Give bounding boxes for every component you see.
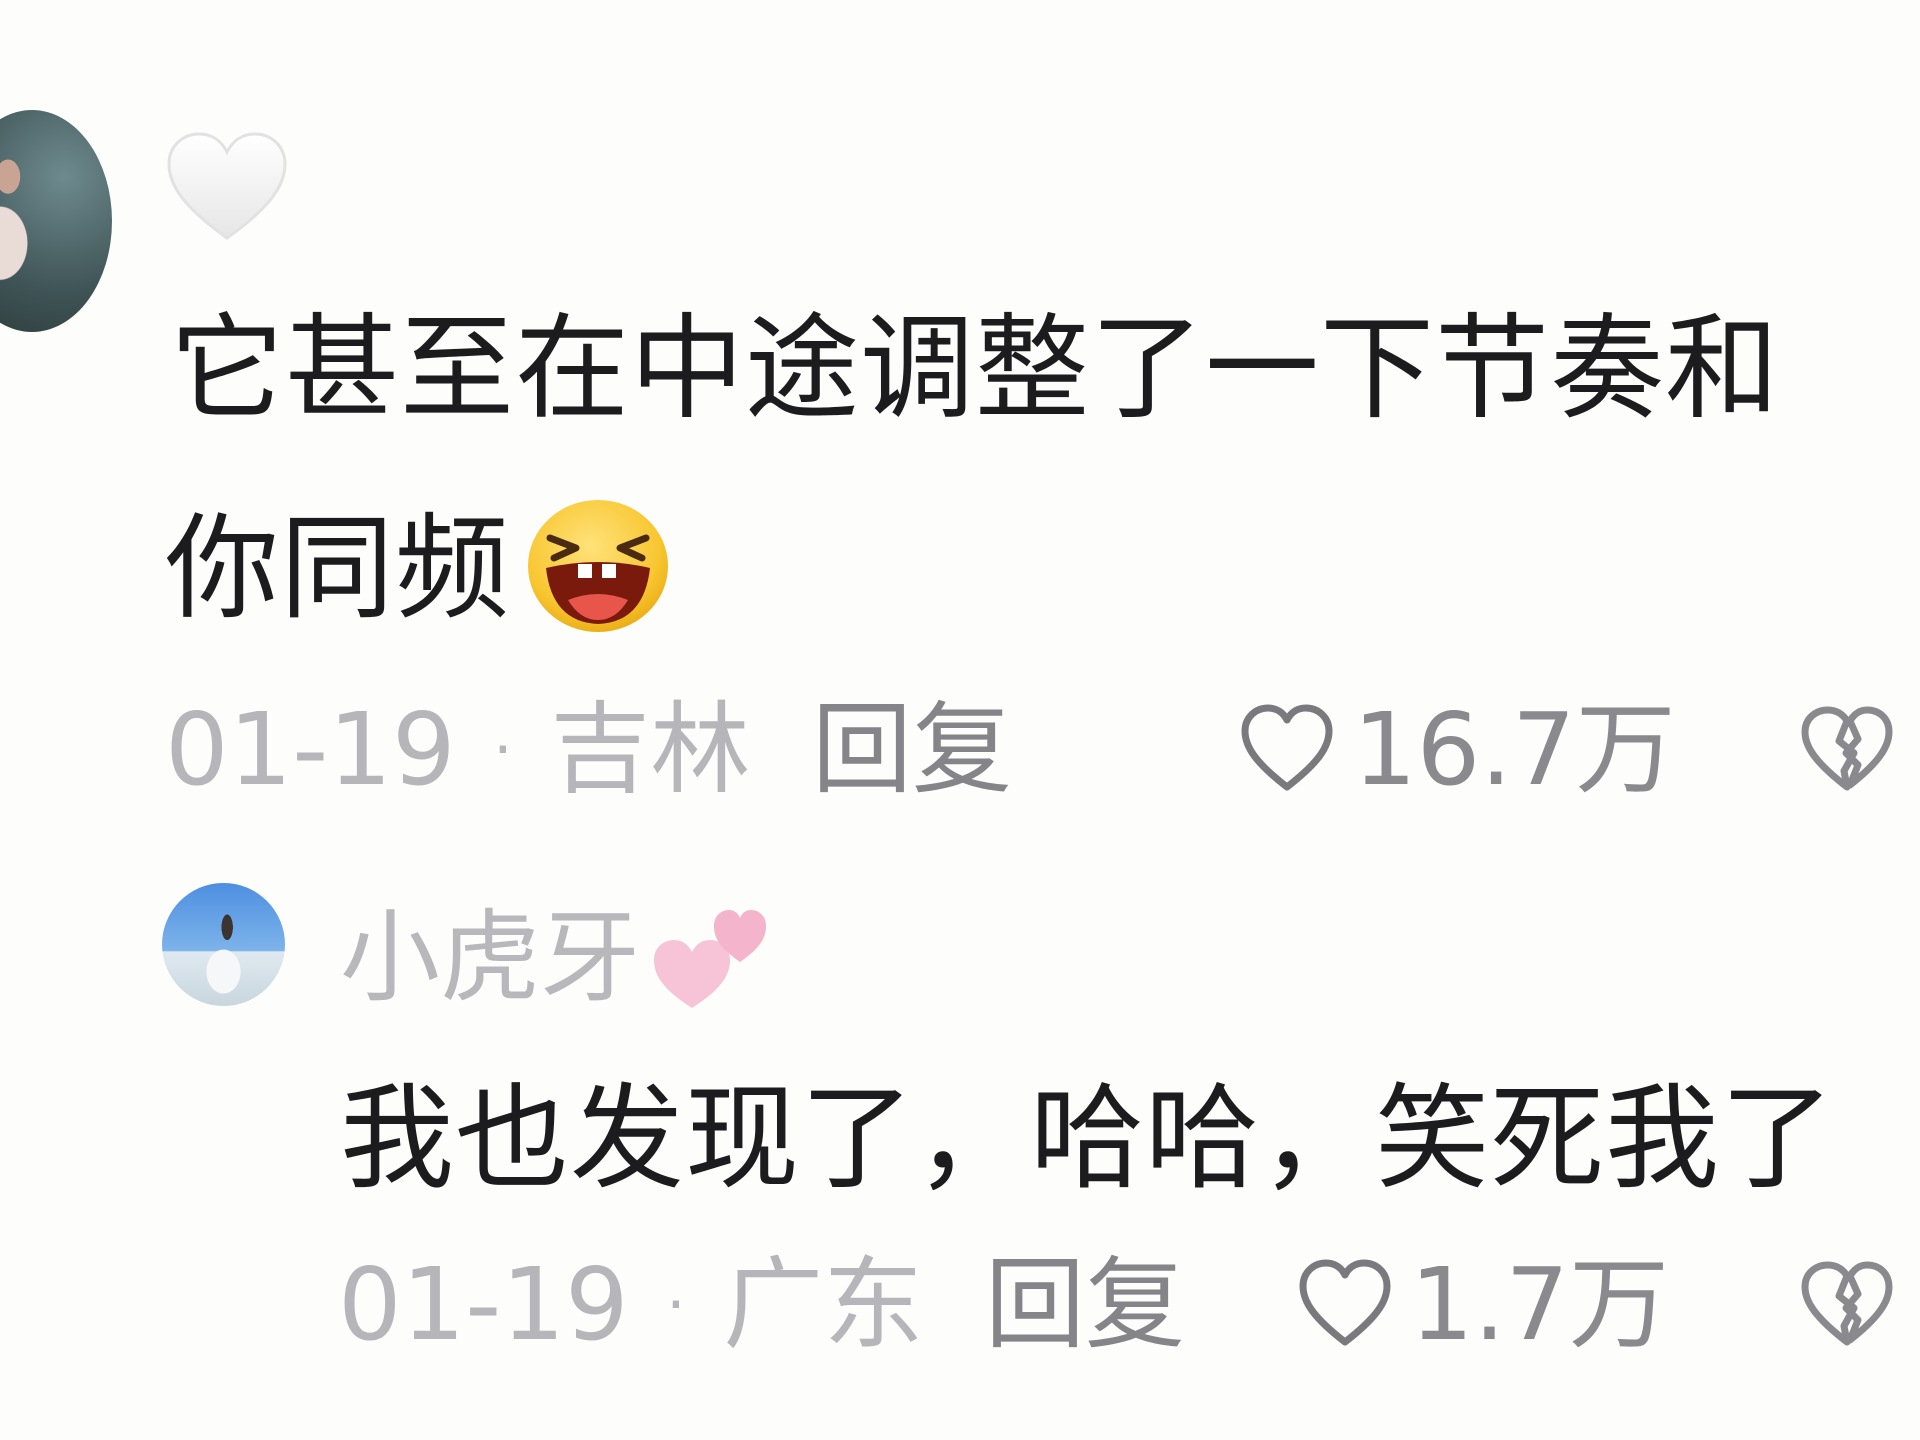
reply-text: 我也发现了，哈哈，笑死我了 [340, 1072, 1836, 1205]
white-heart-icon [167, 132, 287, 240]
heart-outline-icon[interactable] [1240, 703, 1334, 793]
reply-avatar[interactable] [162, 883, 285, 1006]
broken-heart-icon[interactable] [1800, 705, 1894, 793]
comment-like-count: 16.7万 [1353, 691, 1676, 808]
comment-text-line2: 你同频 [165, 512, 510, 626]
comment-separator: · [493, 715, 513, 785]
reply-location: 广东 [723, 1246, 924, 1363]
comment-text-line2-label: 你同频 [165, 502, 511, 635]
heart-outline-icon[interactable] [1298, 1258, 1392, 1348]
comment-reply-button[interactable]: 回复 [812, 700, 1012, 800]
reply-username[interactable]: 小虎牙 [340, 908, 640, 1008]
comment-date: 01-19 [165, 691, 456, 808]
comment-text-line1: 它甚至在中途调整了一下节奏和 [170, 302, 1781, 435]
commenter-avatar[interactable] [0, 110, 112, 332]
laughing-emoji [528, 500, 668, 632]
comment-thread: 它甚至在中途调整了一下节奏和 你同频 01-19 · 吉林 回复 16.7万 小… [0, 0, 1920, 1440]
reply-date: 01-19 [338, 1246, 629, 1363]
reply-reply-button[interactable]: 回复 [985, 1255, 1185, 1355]
broken-heart-icon[interactable] [1800, 1260, 1894, 1348]
reply-separator: · [666, 1270, 686, 1340]
comment-meta: 01-19 · 吉林 [165, 700, 750, 814]
comment-location: 吉林 [550, 691, 751, 808]
two-hearts-icon [654, 910, 766, 1008]
reply-meta: 01-19 · 广东 [338, 1255, 923, 1369]
reply-like-count: 1.7万 [1410, 1246, 1670, 1363]
